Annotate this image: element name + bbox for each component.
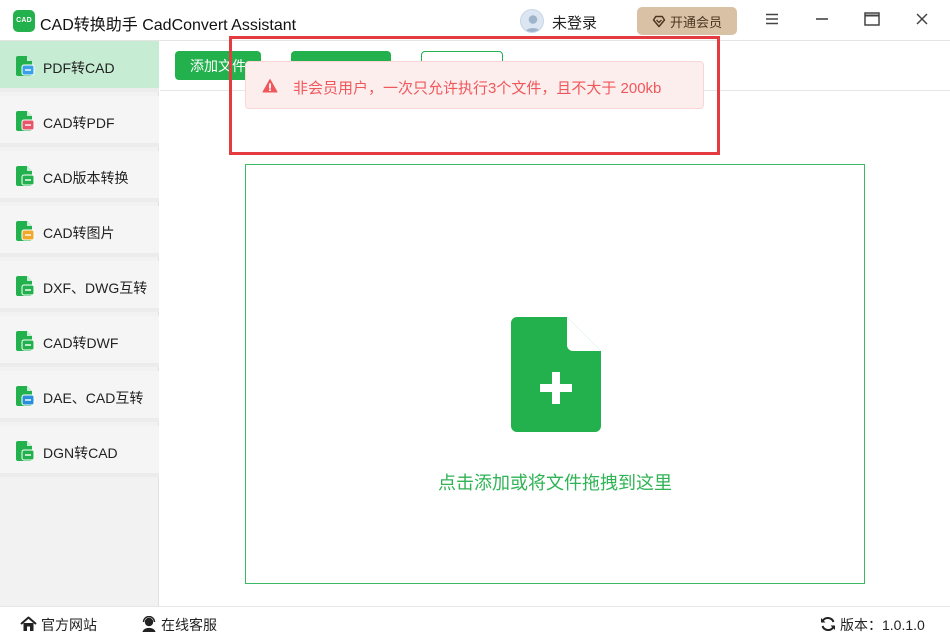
menu-button[interactable] bbox=[757, 8, 787, 34]
open-vip-button[interactable]: 开通会员 bbox=[637, 7, 737, 35]
app-logo: CAD bbox=[13, 10, 35, 32]
sidebar-item-7[interactable]: DAE、CAD互转 bbox=[0, 371, 159, 422]
warning-icon bbox=[262, 78, 278, 94]
cad-to-image-icon bbox=[15, 220, 35, 242]
sidebar-item-label: CAD版本转换 bbox=[43, 170, 129, 186]
sidebar-item-6[interactable]: CAD转DWF bbox=[0, 316, 159, 367]
app-title: CAD转换助手 CadConvert Assistant bbox=[40, 17, 297, 34]
sidebar-item-8[interactable]: DGN转CAD bbox=[0, 426, 159, 477]
add-file-icon bbox=[511, 317, 601, 432]
sidebar-item-label: DGN转CAD bbox=[43, 445, 118, 461]
sidebar-item-4[interactable]: CAD转图片 bbox=[0, 206, 159, 257]
hamburger-icon bbox=[765, 12, 779, 30]
warning-toast: 非会员用户，一次只允许执行3个文件，且不大于 200kb bbox=[245, 61, 704, 109]
dxf-dwg-icon bbox=[15, 275, 35, 297]
refresh-icon[interactable] bbox=[820, 616, 836, 635]
file-drop-zone[interactable]: 点击添加或将文件拖拽到这里 bbox=[245, 164, 865, 584]
sidebar-item-3[interactable]: CAD版本转换 bbox=[0, 151, 159, 202]
customer-service-icon bbox=[141, 615, 157, 635]
official-website-link[interactable]: 官方网站 bbox=[20, 615, 97, 635]
online-service-label: 在线客服 bbox=[161, 617, 217, 633]
close-button[interactable] bbox=[907, 8, 937, 34]
user-avatar-icon[interactable] bbox=[520, 9, 544, 33]
sidebar-item-label: DAE、CAD互转 bbox=[43, 390, 144, 406]
cad-to-dwf-icon bbox=[15, 330, 35, 352]
warning-message: 非会员用户，一次只允许执行3个文件，且不大于 200kb bbox=[293, 80, 662, 97]
sidebar-item-label: CAD转DWF bbox=[43, 335, 119, 351]
cad-version-icon bbox=[15, 165, 35, 187]
version-label: 版本：1.0.1.0 bbox=[840, 617, 925, 633]
close-icon bbox=[916, 12, 928, 30]
maximize-button[interactable] bbox=[857, 8, 887, 34]
version-info: 版本：1.0.1.0 bbox=[820, 615, 925, 635]
vip-label: 开通会员 bbox=[669, 14, 722, 30]
dae-cad-icon bbox=[15, 385, 35, 407]
pdf-to-cad-icon bbox=[15, 55, 35, 77]
sidebar-item-5[interactable]: DXF、DWG互转 bbox=[0, 261, 159, 312]
cad-to-pdf-icon bbox=[15, 110, 35, 132]
sidebar-item-label: DXF、DWG互转 bbox=[43, 280, 148, 296]
home-icon bbox=[20, 616, 37, 635]
footer: 官方网站 在线客服 版本：1.0.1.0 bbox=[0, 606, 950, 640]
drop-zone-hint: 点击添加或将文件拖拽到这里 bbox=[438, 473, 672, 493]
sidebar-item-label: CAD转PDF bbox=[43, 115, 115, 131]
official-website-label: 官方网站 bbox=[41, 617, 97, 633]
minimize-button[interactable] bbox=[807, 8, 837, 34]
sidebar-item-label: CAD转图片 bbox=[43, 225, 115, 241]
sidebar: PDF转CAD CAD转PDF CAD版本转换 CAD转图片 DXF、DWG互转 CAD转… bbox=[0, 41, 159, 606]
title-bar: CAD CAD转换助手 CadConvert Assistant 未登录 开通会… bbox=[0, 0, 950, 41]
sidebar-item-label: PDF转CAD bbox=[43, 60, 115, 76]
minimize-icon bbox=[815, 12, 829, 30]
login-status[interactable]: 未登录 bbox=[552, 12, 597, 33]
diamond-icon bbox=[652, 14, 666, 28]
online-service-link[interactable]: 在线客服 bbox=[141, 615, 217, 635]
sidebar-item-2[interactable]: CAD转PDF bbox=[0, 96, 159, 147]
sidebar-item-1[interactable]: PDF转CAD bbox=[0, 41, 159, 92]
dgn-to-cad-icon bbox=[15, 440, 35, 462]
maximize-icon bbox=[864, 11, 880, 31]
